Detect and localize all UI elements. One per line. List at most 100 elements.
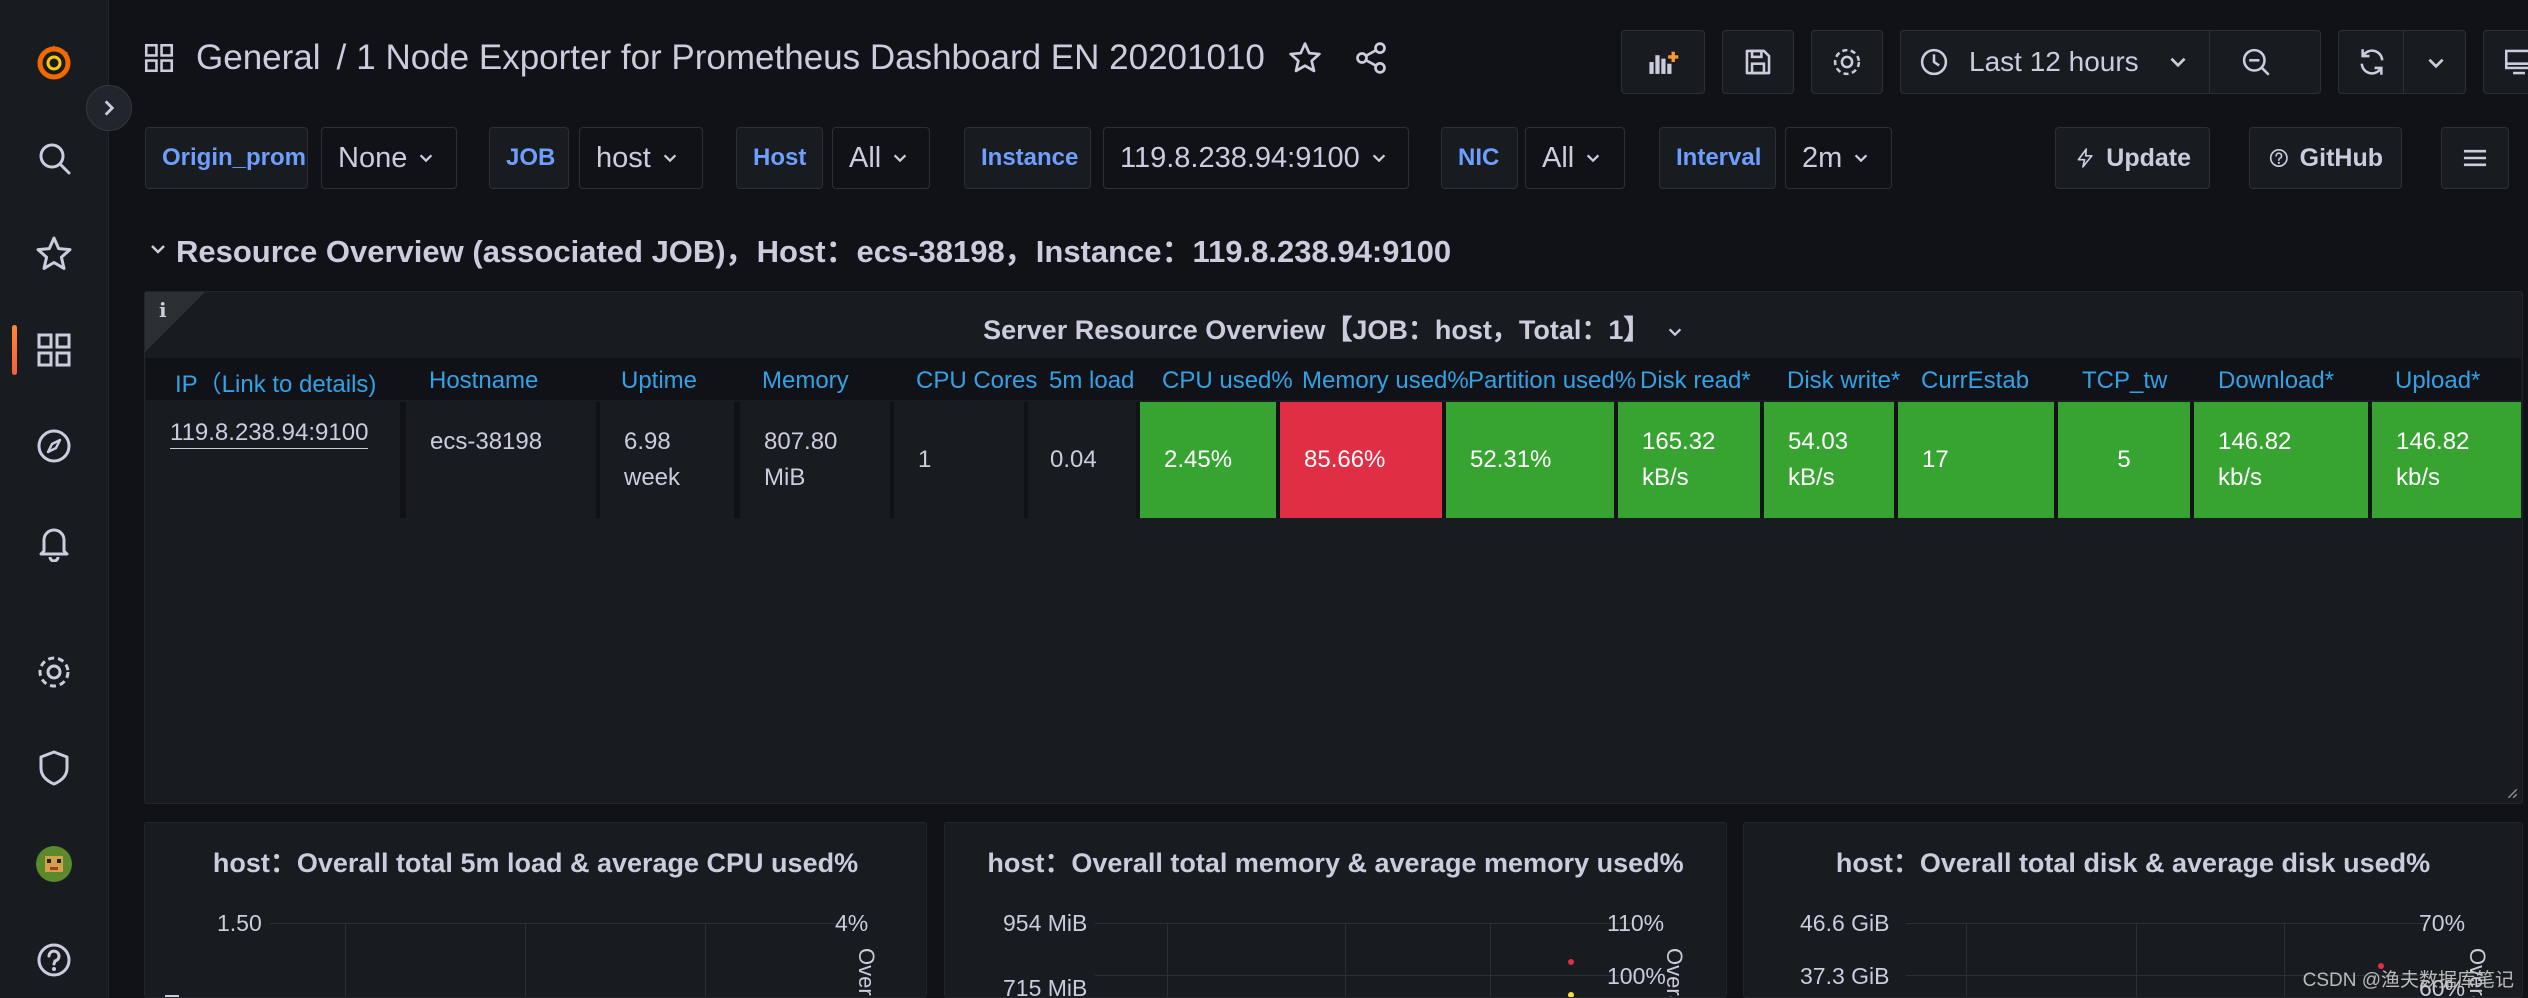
variable-select-interval[interactable]: 2m (1785, 127, 1892, 189)
shield-icon[interactable] (30, 744, 78, 792)
variable-label-interval: Interval (1659, 127, 1776, 189)
chevron-down-icon[interactable] (2425, 52, 2447, 74)
zoom-out-icon[interactable] (2239, 45, 2273, 79)
chart-title-disk[interactable]: host：Overall total disk & average disk u… (1744, 841, 2522, 880)
help-icon[interactable] (30, 936, 78, 984)
cell-uptime: 6.98 week (600, 402, 734, 518)
column-header-partition-used[interactable]: Partition used% (1468, 365, 1636, 397)
chevron-right-icon (104, 100, 115, 116)
cell-memory: 807.80 MiB (740, 402, 890, 518)
chevron-down-icon (1372, 154, 1385, 163)
chevron-down-icon (1668, 328, 1682, 337)
variable-value: host (596, 141, 651, 174)
y-left-tick: 715 MiB (1003, 975, 1088, 998)
active-indicator (12, 325, 17, 375)
column-header-ip[interactable]: IP（Link to details) (175, 365, 376, 398)
cell-currestab: 17 (1898, 402, 2054, 518)
variable-label-origin-prom: Origin_prom (145, 127, 308, 189)
column-header-disk-read[interactable]: Disk read* (1640, 365, 1751, 397)
column-header-upload[interactable]: Upload* (2395, 365, 2480, 397)
breadcrumb: General / 1 Node Exporter for Prometheus… (142, 38, 1389, 78)
column-header-hostname[interactable]: Hostname (429, 365, 538, 397)
variable-label-host: Host (736, 127, 823, 189)
column-header-5m-load[interactable]: 5m load (1049, 365, 1134, 397)
save-icon (1745, 49, 1771, 75)
panel-title[interactable]: Server Resource Overview【JOB：host，Total：… (145, 308, 2522, 347)
dashboards-icon[interactable] (30, 326, 78, 374)
variable-select-job[interactable]: host (579, 127, 703, 189)
expand-sidebar-button[interactable] (86, 85, 132, 131)
variable-value: All (1542, 141, 1575, 174)
breadcrumb-folder[interactable]: General (196, 38, 321, 78)
y-right-axis-label: Overa (1662, 948, 1687, 998)
cell-cpu-cores: 1 (894, 402, 1024, 518)
column-header-cpu-cores[interactable]: CPU Cores (916, 365, 1037, 397)
upload-value: 146.82 (2396, 428, 2470, 455)
column-header-disk-write[interactable]: Disk write* (1787, 365, 1900, 397)
ip-detail-link[interactable]: 119.8.238.94:9100 (170, 418, 369, 449)
cell-tcp-tw: 5 (2058, 402, 2190, 518)
refresh-button[interactable] (2338, 30, 2466, 94)
settings-button[interactable] (1811, 30, 1883, 94)
y-left-tick: 954 MiB (1003, 910, 1088, 936)
variable-value: All (849, 141, 882, 174)
cell-ip: 119.8.238.94:9100 (146, 402, 400, 518)
variable-select-nic[interactable]: All (1525, 127, 1625, 189)
top-bar: General / 1 Node Exporter for Prometheus… (110, 0, 2528, 124)
column-header-uptime[interactable]: Uptime (621, 365, 697, 397)
variable-select-origin-prom[interactable]: None (321, 127, 457, 189)
tv-mode-button[interactable] (2483, 30, 2528, 94)
chart-panel-cpu: host：Overall total 5m load & average CPU… (144, 822, 927, 998)
update-link-button[interactable]: Update (2055, 127, 2210, 189)
chevron-down-icon (420, 154, 433, 163)
add-panel-button[interactable] (1621, 30, 1705, 94)
star-icon[interactable] (1287, 40, 1323, 76)
add-panel-icon (1649, 51, 1679, 74)
star-icon[interactable] (30, 230, 78, 278)
bolt-icon (2077, 148, 2093, 168)
data-point (1568, 992, 1574, 997)
time-picker-button[interactable]: Last 12 hours (1900, 30, 2321, 94)
row-header[interactable]: Resource Overview (associated JOB)，Host：… (148, 226, 1451, 271)
cell-cpu-used: 2.45% (1140, 402, 1276, 518)
column-header-cpu-used[interactable]: CPU used% (1162, 365, 1293, 397)
disk-read-value: 165.32 (1642, 428, 1716, 455)
chevron-down-icon (2170, 57, 2186, 68)
variable-label-nic: NIC (1441, 127, 1518, 189)
github-label: GitHub (2299, 143, 2383, 172)
variable-select-instance[interactable]: 119.8.238.94:9100 (1103, 127, 1409, 189)
column-header-memory-used[interactable]: Memory used% (1302, 365, 1469, 397)
chart-title-memory[interactable]: host：Overall total memory & average memo… (945, 841, 1726, 880)
chart-title-cpu[interactable]: host：Overall total 5m load & average CPU… (145, 841, 926, 880)
dashboard-title[interactable]: 1 Node Exporter for Prometheus Dashboard… (356, 38, 1265, 78)
column-header-currestab[interactable]: CurrEstab (1921, 365, 2029, 397)
column-header-tcp-tw[interactable]: TCP_tw (2082, 365, 2167, 397)
gear-icon[interactable] (30, 648, 78, 696)
y-left-tick: 46.6 GiB (1800, 910, 1890, 936)
github-link-button[interactable]: GitHub (2249, 127, 2402, 189)
cell-memory-used: 85.66% (1280, 402, 1442, 518)
dashboards-grid-icon (144, 43, 174, 73)
cell-disk-write: 54.03 kB/s (1764, 402, 1894, 518)
bell-icon[interactable] (30, 518, 78, 566)
uptime-unit: week (624, 464, 681, 491)
chevron-down-icon (1587, 154, 1600, 163)
compass-icon[interactable] (30, 422, 78, 470)
save-button[interactable] (1722, 30, 1794, 94)
resize-handle-icon[interactable] (2506, 787, 2518, 799)
cell-download: 146.82 kb/s (2194, 402, 2368, 518)
variable-value: 2m (1802, 141, 1843, 174)
column-header-memory[interactable]: Memory (762, 365, 849, 397)
column-header-download[interactable]: Download* (2218, 365, 2334, 397)
download-value: 146.82 (2218, 428, 2292, 455)
disk-write-value: 54.03 (1788, 428, 1849, 455)
variable-select-host[interactable]: All (832, 127, 930, 189)
share-icon[interactable] (1353, 40, 1389, 76)
grafana-logo-icon[interactable] (30, 38, 78, 86)
avatar[interactable] (30, 840, 78, 888)
menu-button[interactable] (2441, 127, 2509, 189)
upload-unit: kb/s (2396, 464, 2441, 491)
variable-label-instance: Instance (964, 127, 1091, 189)
question-circle-icon (2269, 149, 2288, 167)
search-icon[interactable] (30, 134, 78, 182)
